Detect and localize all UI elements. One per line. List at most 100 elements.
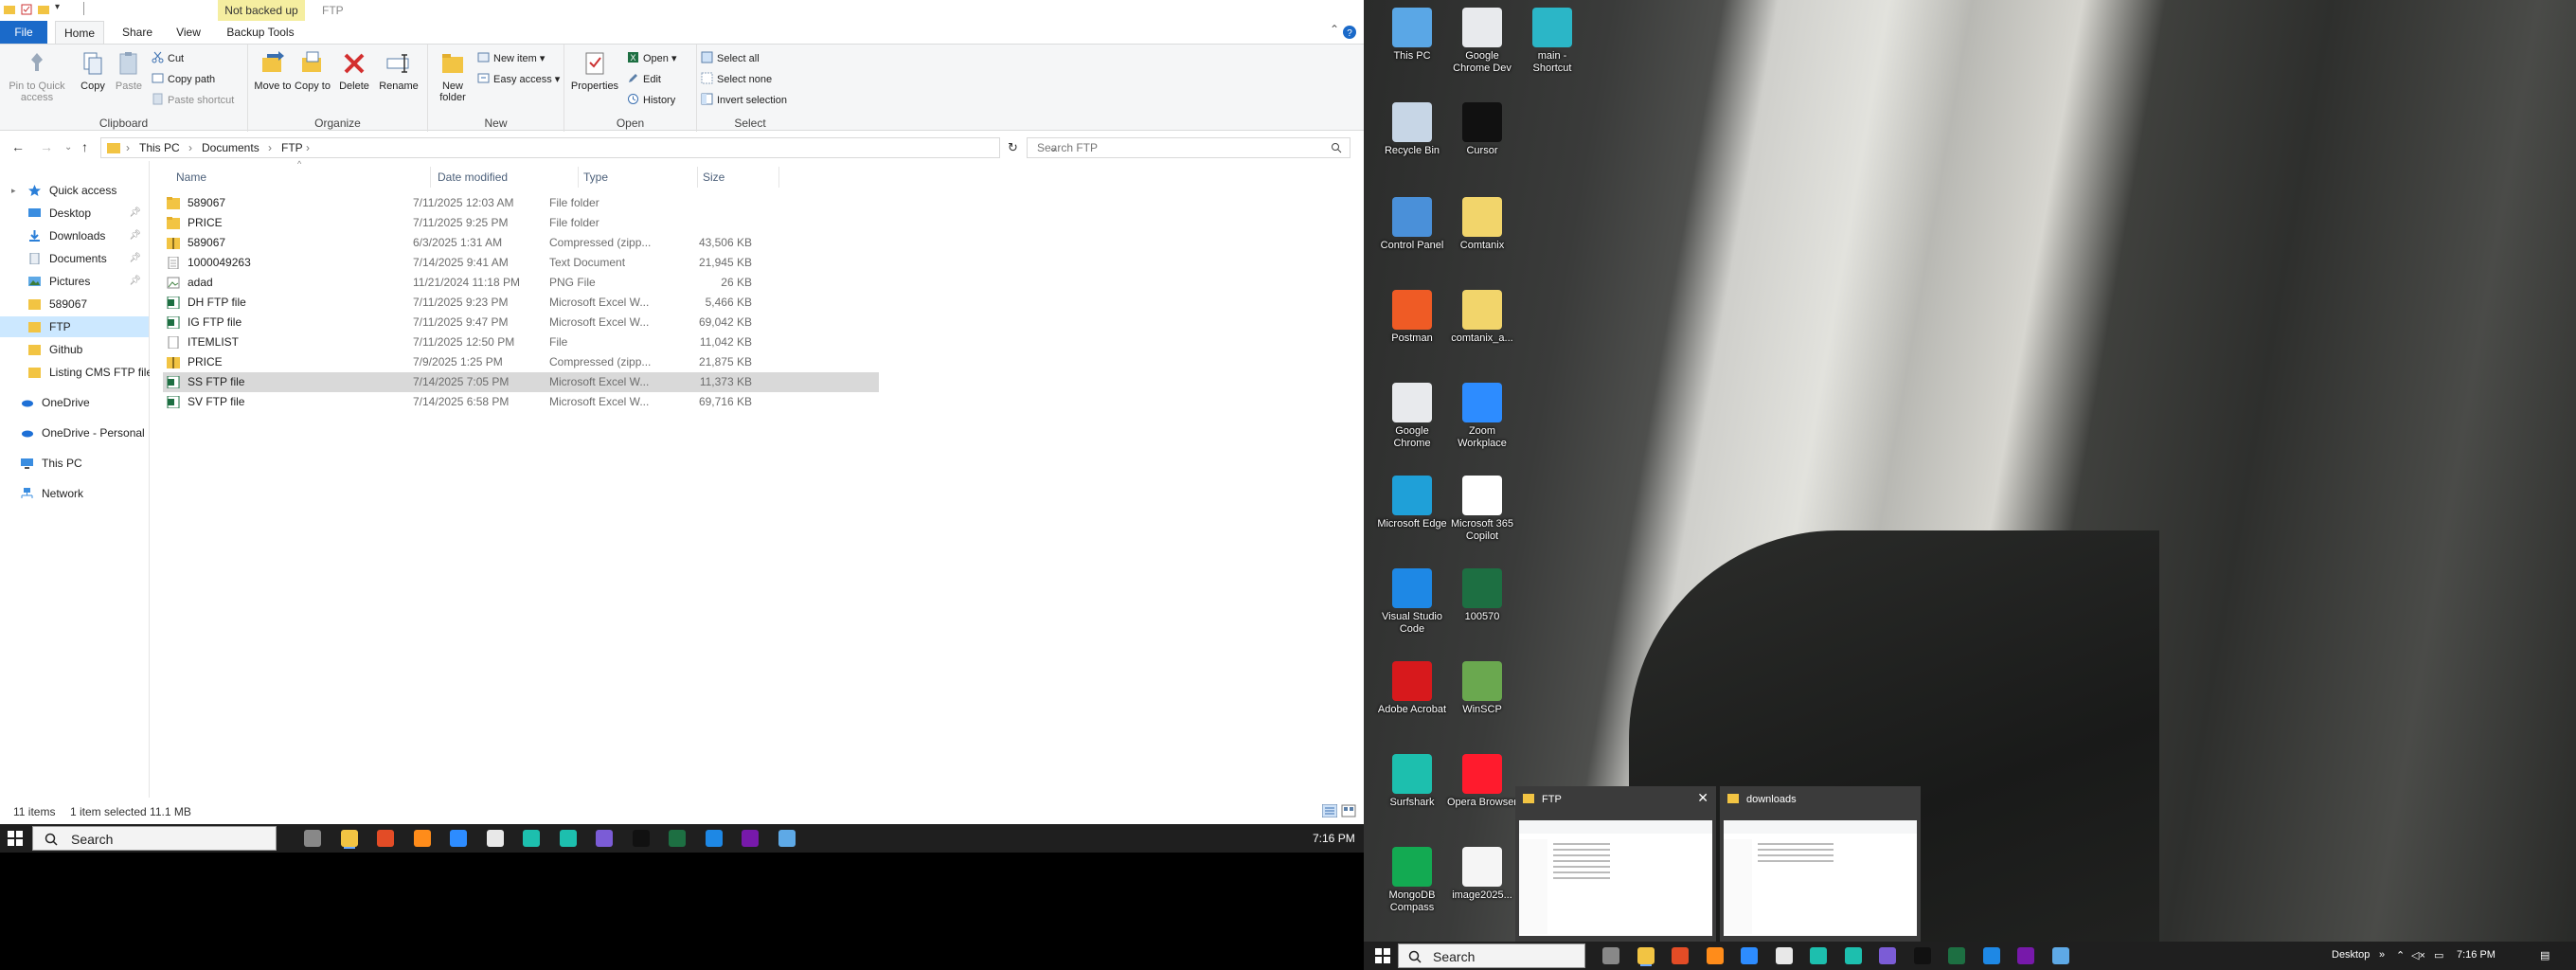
file-row[interactable]: ITEMLIST 7/11/2025 12:50 PM File 11,042 KB xyxy=(163,332,879,352)
app-icon[interactable] xyxy=(778,830,796,847)
file-row[interactable]: PRICE 7/9/2025 1:25 PM Compressed (zipp...… xyxy=(163,352,879,372)
tab-share[interactable]: Share xyxy=(117,21,157,44)
breadcrumb-documents[interactable]: Documents xyxy=(202,141,259,154)
file-row[interactable]: SV FTP file 7/14/2025 6:58 PM Microsoft Ex… xyxy=(163,392,879,412)
tab-home[interactable]: Home xyxy=(55,21,104,44)
column-divider[interactable] xyxy=(430,167,431,188)
surfshark-icon[interactable] xyxy=(1810,947,1827,964)
nav-quick-access[interactable]: ▸ Quick access xyxy=(0,180,149,201)
pin-quick-access-button[interactable]: Pin to Quick access xyxy=(4,50,70,103)
desktop-icon[interactable]: Postman xyxy=(1377,290,1447,345)
desktop-icon[interactable]: Adobe Acrobat xyxy=(1377,661,1447,716)
vscode-icon[interactable] xyxy=(705,830,723,847)
file-explorer-icon[interactable] xyxy=(1637,947,1655,964)
surfshark-icon[interactable] xyxy=(523,830,540,847)
desktop-icon[interactable]: Google Chrome Dev xyxy=(1447,8,1517,75)
nav-this-pc[interactable]: This PC xyxy=(0,453,149,474)
back-arrow-icon[interactable]: ← xyxy=(11,139,25,154)
desktop-icon[interactable]: Visual Studio Code xyxy=(1377,568,1447,636)
app-icon[interactable] xyxy=(596,830,613,847)
desktop-icon[interactable]: Comtanix xyxy=(1447,197,1517,252)
vscode-icon[interactable] xyxy=(1982,947,2000,964)
app-icon[interactable] xyxy=(486,830,504,847)
column-divider[interactable] xyxy=(778,167,779,188)
desktop-icon[interactable]: Opera Browser xyxy=(1447,754,1517,809)
notifications-icon[interactable]: ▤ xyxy=(2540,949,2549,961)
history-button[interactable]: History xyxy=(627,92,675,109)
nav-listing-cms[interactable]: Listing CMS FTP file xyxy=(0,362,152,383)
cursor-icon[interactable] xyxy=(632,830,650,847)
new-folder-icon[interactable] xyxy=(38,4,49,15)
cut-button[interactable]: Cut xyxy=(152,50,184,67)
copy-button[interactable]: Copy xyxy=(74,50,112,92)
properties-icon[interactable] xyxy=(21,4,32,15)
file-row[interactable]: 589067 6/3/2025 1:31 AM Compressed (zipp..… xyxy=(163,233,879,253)
file-row[interactable]: adad 11/21/2024 11:18 PM PNG File 26 KB xyxy=(163,273,879,293)
tab-file[interactable]: File xyxy=(0,21,47,44)
column-header-size[interactable]: Size xyxy=(703,167,724,188)
task-view-icon[interactable] xyxy=(1602,947,1619,964)
nav-documents[interactable]: Documents 📌︎ xyxy=(0,248,149,269)
help-icon[interactable]: ? xyxy=(1343,26,1356,39)
desktop-icon[interactable]: WinSCP xyxy=(1447,661,1517,716)
chrome-icon[interactable] xyxy=(377,830,394,847)
file-explorer-icon[interactable] xyxy=(340,830,358,847)
paste-button[interactable]: Paste xyxy=(110,50,148,92)
file-row[interactable]: 589067 7/11/2025 12:03 AM File folder xyxy=(163,193,879,213)
taskbar-search[interactable]: Search xyxy=(32,826,277,851)
invert-selection-button[interactable]: Invert selection xyxy=(701,92,787,109)
backup-context-tab[interactable]: Not backed up xyxy=(218,0,305,21)
nav-ftp[interactable]: FTP xyxy=(0,316,149,337)
tab-view[interactable]: View xyxy=(169,21,208,44)
nav-downloads[interactable]: Downloads 📌︎ xyxy=(0,225,149,246)
copy-to-button[interactable]: Copy to xyxy=(294,50,331,92)
collapse-ribbon-icon[interactable]: ⌃ xyxy=(1330,23,1339,36)
desktop-icon[interactable]: This PC xyxy=(1377,8,1447,63)
nav-pictures[interactable]: Pictures 📌︎ xyxy=(0,271,149,292)
tray-overflow-icon[interactable]: ⌃ xyxy=(2396,949,2405,961)
new-folder-button[interactable]: New folder xyxy=(434,50,472,103)
nav-desktop[interactable]: Desktop 📌︎ xyxy=(0,203,149,224)
app-icon[interactable] xyxy=(1879,947,1896,964)
file-row[interactable]: DH FTP file 7/11/2025 9:23 PM Microsoft Ex… xyxy=(163,293,879,313)
column-divider[interactable] xyxy=(578,167,579,188)
nav-github[interactable]: Github xyxy=(0,339,149,360)
taskbar-clock[interactable]: 7:16 PM xyxy=(2457,949,2496,961)
task-view-icon[interactable] xyxy=(304,830,321,847)
chrome-icon[interactable] xyxy=(1672,947,1689,964)
taskbar-search[interactable]: Search xyxy=(1398,943,1585,968)
rename-button[interactable]: Rename xyxy=(377,50,420,92)
select-none-button[interactable]: Select none xyxy=(701,71,772,88)
zoom-icon[interactable] xyxy=(1741,947,1758,964)
desktop-icon[interactable]: Google Chrome xyxy=(1377,383,1447,450)
properties-button[interactable]: Properties xyxy=(568,50,621,92)
column-header-date[interactable]: Date modified xyxy=(438,167,508,188)
up-arrow-icon[interactable]: ↑ xyxy=(81,139,88,154)
app-icon[interactable] xyxy=(1775,947,1793,964)
nav-onedrive-personal[interactable]: OneDrive - Personal xyxy=(0,422,149,443)
firefox-icon[interactable] xyxy=(413,830,431,847)
desktop-icon[interactable]: image2025... xyxy=(1447,847,1517,902)
column-header-type[interactable]: Type xyxy=(583,167,608,188)
file-row[interactable]: IG FTP file 7/11/2025 9:47 PM Microsoft Ex… xyxy=(163,313,879,332)
search-box[interactable]: Search FTP xyxy=(1027,137,1351,158)
large-icons-view-icon[interactable] xyxy=(1341,804,1356,817)
desktop-icon[interactable]: Cursor xyxy=(1447,102,1517,157)
firefox-icon[interactable] xyxy=(1706,947,1724,964)
desktop-icon[interactable]: 100570 xyxy=(1447,568,1517,623)
customize-qa-icon[interactable]: ▾ xyxy=(55,2,60,12)
windows-start-icon[interactable] xyxy=(8,831,23,846)
app-icon[interactable] xyxy=(2051,947,2069,964)
forward-arrow-icon[interactable]: → xyxy=(40,139,53,154)
column-header-name[interactable]: Name xyxy=(176,167,206,188)
taskbar-thumbnail-ftp[interactable]: FTP ✕ xyxy=(1515,786,1716,942)
paste-shortcut-button[interactable]: Paste shortcut xyxy=(152,92,234,109)
desktop-icon[interactable]: Microsoft Edge xyxy=(1377,476,1447,530)
expand-arrow-icon[interactable]: ▸ xyxy=(11,180,16,201)
address-bar[interactable]: › This PC › Documents › FTP › ⌄ xyxy=(100,137,1058,158)
nav-589067[interactable]: 589067 xyxy=(0,294,149,314)
copy-path-button[interactable]: Copy path xyxy=(152,71,215,88)
close-icon[interactable]: ✕ xyxy=(1697,790,1708,806)
file-row[interactable]: 1000049263 7/14/2025 9:41 AM Text Document… xyxy=(163,253,879,273)
breadcrumb-this-pc[interactable]: This PC xyxy=(139,141,180,154)
